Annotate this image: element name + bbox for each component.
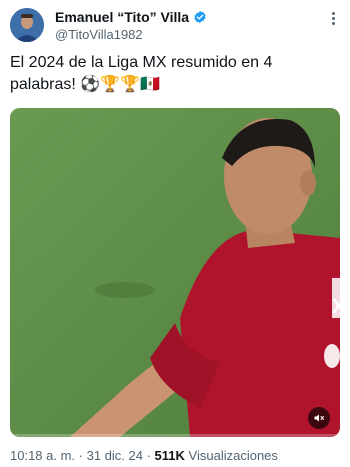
jersey-letter: X xyxy=(332,296,340,318)
avatar[interactable] xyxy=(10,8,44,42)
author-handle[interactable]: @TitoVilla1982 xyxy=(55,27,143,42)
views-count: 511K xyxy=(154,448,185,463)
tweet-date[interactable]: 31 dic. 24 xyxy=(87,448,143,463)
tweet-text: El 2024 de la Liga MX resumido en 4 pala… xyxy=(10,52,330,96)
tweet-meta: 10:18 a. m. · 31 dic. 24 · 511K Visualiz… xyxy=(10,448,278,463)
verified-badge-icon xyxy=(193,10,207,24)
author-display-name[interactable]: Emanuel “Tito” Villa xyxy=(55,9,189,25)
video-frame: X xyxy=(10,108,340,437)
views-label: Visualizaciones xyxy=(184,448,278,463)
tweet-header: Emanuel “Tito” Villa @TitoVilla1982 xyxy=(0,0,350,46)
more-options-icon[interactable] xyxy=(330,10,336,28)
video-player[interactable]: X xyxy=(10,108,340,437)
meta-separator: · xyxy=(142,448,155,463)
tweet-time[interactable]: 10:18 a. m. xyxy=(10,448,75,463)
video-progress-track[interactable] xyxy=(10,434,340,437)
tweet-emojis: ⚽🏆🏆🇲🇽 xyxy=(80,76,160,93)
volume-muted-icon[interactable] xyxy=(308,407,330,429)
avatar-image xyxy=(10,8,44,42)
name-row: Emanuel “Tito” Villa xyxy=(55,9,207,25)
meta-separator: · xyxy=(75,448,87,463)
